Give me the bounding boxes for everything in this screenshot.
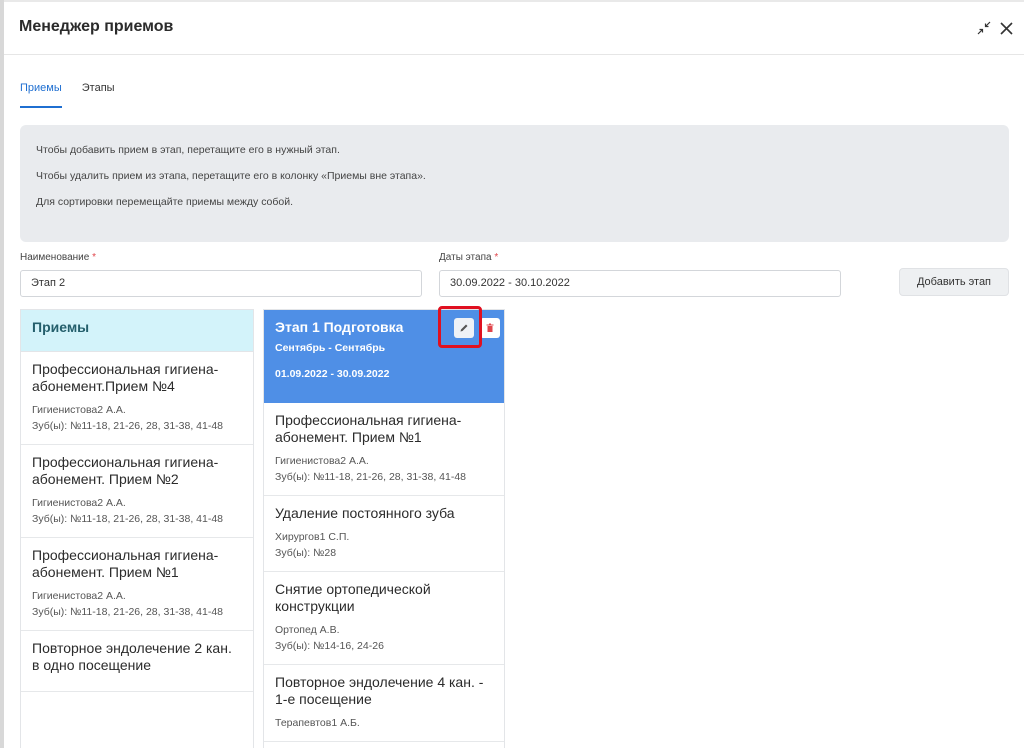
info-line: Чтобы удалить прием из этапа, перетащите… <box>36 170 426 182</box>
add-stage-button[interactable]: Добавить этап <box>899 268 1009 296</box>
stage-appointment-card[interactable]: Повторное эндолечение 4 кан. - 1-е посещ… <box>264 665 504 742</box>
modal-title: Менеджер приемов <box>19 18 174 35</box>
close-icon <box>999 21 1013 35</box>
info-line: Для сортировки перемещайте приемы между … <box>36 196 294 208</box>
appointment-teeth: Зуб(ы): №11-18, 21-26, 28, 31-38, 41-48 <box>32 420 224 432</box>
trash-icon <box>486 323 494 332</box>
edit-stage-button[interactable] <box>454 318 474 338</box>
appointment-doctor: Терапевтов1 А.Б. <box>275 717 360 729</box>
appointment-title: Профессиональная гигиена-абонемент. Прие… <box>32 547 219 580</box>
appointment-card[interactable]: Профессиональная гигиена-абонемент.Прием… <box>21 352 253 445</box>
appointment-teeth: Зуб(ы): №11-18, 21-26, 28, 31-38, 41-48 <box>275 471 467 483</box>
stage-dates-input[interactable]: 30.09.2022 - 30.10.2022 <box>439 270 841 297</box>
appointment-doctor: Гигиенистова2 А.А. <box>32 404 126 416</box>
appointment-title: Удаление постоянного зуба <box>275 505 455 521</box>
tab-appointments[interactable]: Приемы <box>20 82 62 108</box>
appointments-column: Приемы Профессиональная гигиена-абонемен… <box>20 309 254 748</box>
appointment-title: Повторное эндолечение 4 кан. - 1-е посещ… <box>275 674 484 707</box>
appointment-title: Профессиональная гигиена-абонемент.Прием… <box>32 361 219 394</box>
appointment-card[interactable]: Профессиональная гигиена-абонемент. Прие… <box>21 538 253 631</box>
info-box: Чтобы добавить прием в этап, перетащите … <box>20 125 1009 242</box>
modal-header: Менеджер приемов <box>4 2 1024 55</box>
appointment-title: Повторное эндолечение 2 кан. в одно посе… <box>32 640 232 673</box>
stage-appointment-card[interactable]: Удаление постоянного зуба Хирургов1 С.П.… <box>264 496 504 572</box>
required-mark: * <box>494 252 499 263</box>
appointment-card[interactable]: Профессиональная гигиена-абонемент. Прие… <box>21 445 253 538</box>
dates-label: Даты этапа * <box>439 252 498 263</box>
minimize-arrows-icon <box>977 21 991 35</box>
minimize-button[interactable] <box>974 18 994 38</box>
appointments-column-title: Приемы <box>21 310 253 352</box>
appointment-teeth: Зуб(ы): №11-18, 21-26, 28, 31-38, 41-48 <box>32 513 224 525</box>
stage-dates: 01.09.2022 - 30.09.2022 <box>275 368 390 380</box>
dates-label-text: Даты этапа <box>439 252 492 263</box>
delete-stage-button[interactable] <box>480 318 500 338</box>
stage-name-input[interactable]: Этап 2 <box>20 270 422 297</box>
pencil-icon <box>460 324 468 332</box>
stage-header: Этап 1 Подготовка Сентябрь - Сентябрь 01… <box>264 310 504 403</box>
appointment-doctor: Хирургов1 С.П. <box>275 531 350 543</box>
name-label-text: Наименование <box>20 252 90 263</box>
appointment-teeth: Зуб(ы): №28 <box>275 547 337 559</box>
appointment-title: Профессиональная гигиена-абонемент. Прие… <box>32 454 219 487</box>
required-mark: * <box>92 252 97 263</box>
tabs: Приемы Этапы <box>20 82 115 108</box>
appointment-teeth: Зуб(ы): №11-18, 21-26, 28, 31-38, 41-48 <box>32 606 224 618</box>
appointment-title: Снятие ортопедической конструкции <box>275 581 431 614</box>
appointment-title: Профессиональная гигиена-абонемент. Прие… <box>275 412 462 445</box>
stage-appointment-card[interactable]: Профессиональная гигиена-абонемент. Прие… <box>264 403 504 496</box>
appointment-doctor: Гигиенистова2 А.А. <box>32 590 126 602</box>
appointment-doctor: Ортопед А.В. <box>275 624 340 636</box>
name-label: Наименование * <box>20 252 96 263</box>
stage-column: Этап 1 Подготовка Сентябрь - Сентябрь 01… <box>263 309 505 748</box>
appointment-teeth: Зуб(ы): №14-16, 24-26 <box>275 640 384 652</box>
appointment-doctor: Гигиенистова2 А.А. <box>275 455 369 467</box>
appointment-card[interactable]: Повторное эндолечение 2 кан. в одно посе… <box>21 631 253 692</box>
stage-appointment-card[interactable]: Снятие ортопедической конструкции Ортопе… <box>264 572 504 665</box>
stage-months: Сентябрь - Сентябрь <box>275 342 386 354</box>
background-edge <box>0 0 4 748</box>
info-line: Чтобы добавить прием в этап, перетащите … <box>36 144 340 156</box>
appointment-doctor: Гигиенистова2 А.А. <box>32 497 126 509</box>
close-button[interactable] <box>996 18 1016 38</box>
tab-stages[interactable]: Этапы <box>82 82 115 108</box>
